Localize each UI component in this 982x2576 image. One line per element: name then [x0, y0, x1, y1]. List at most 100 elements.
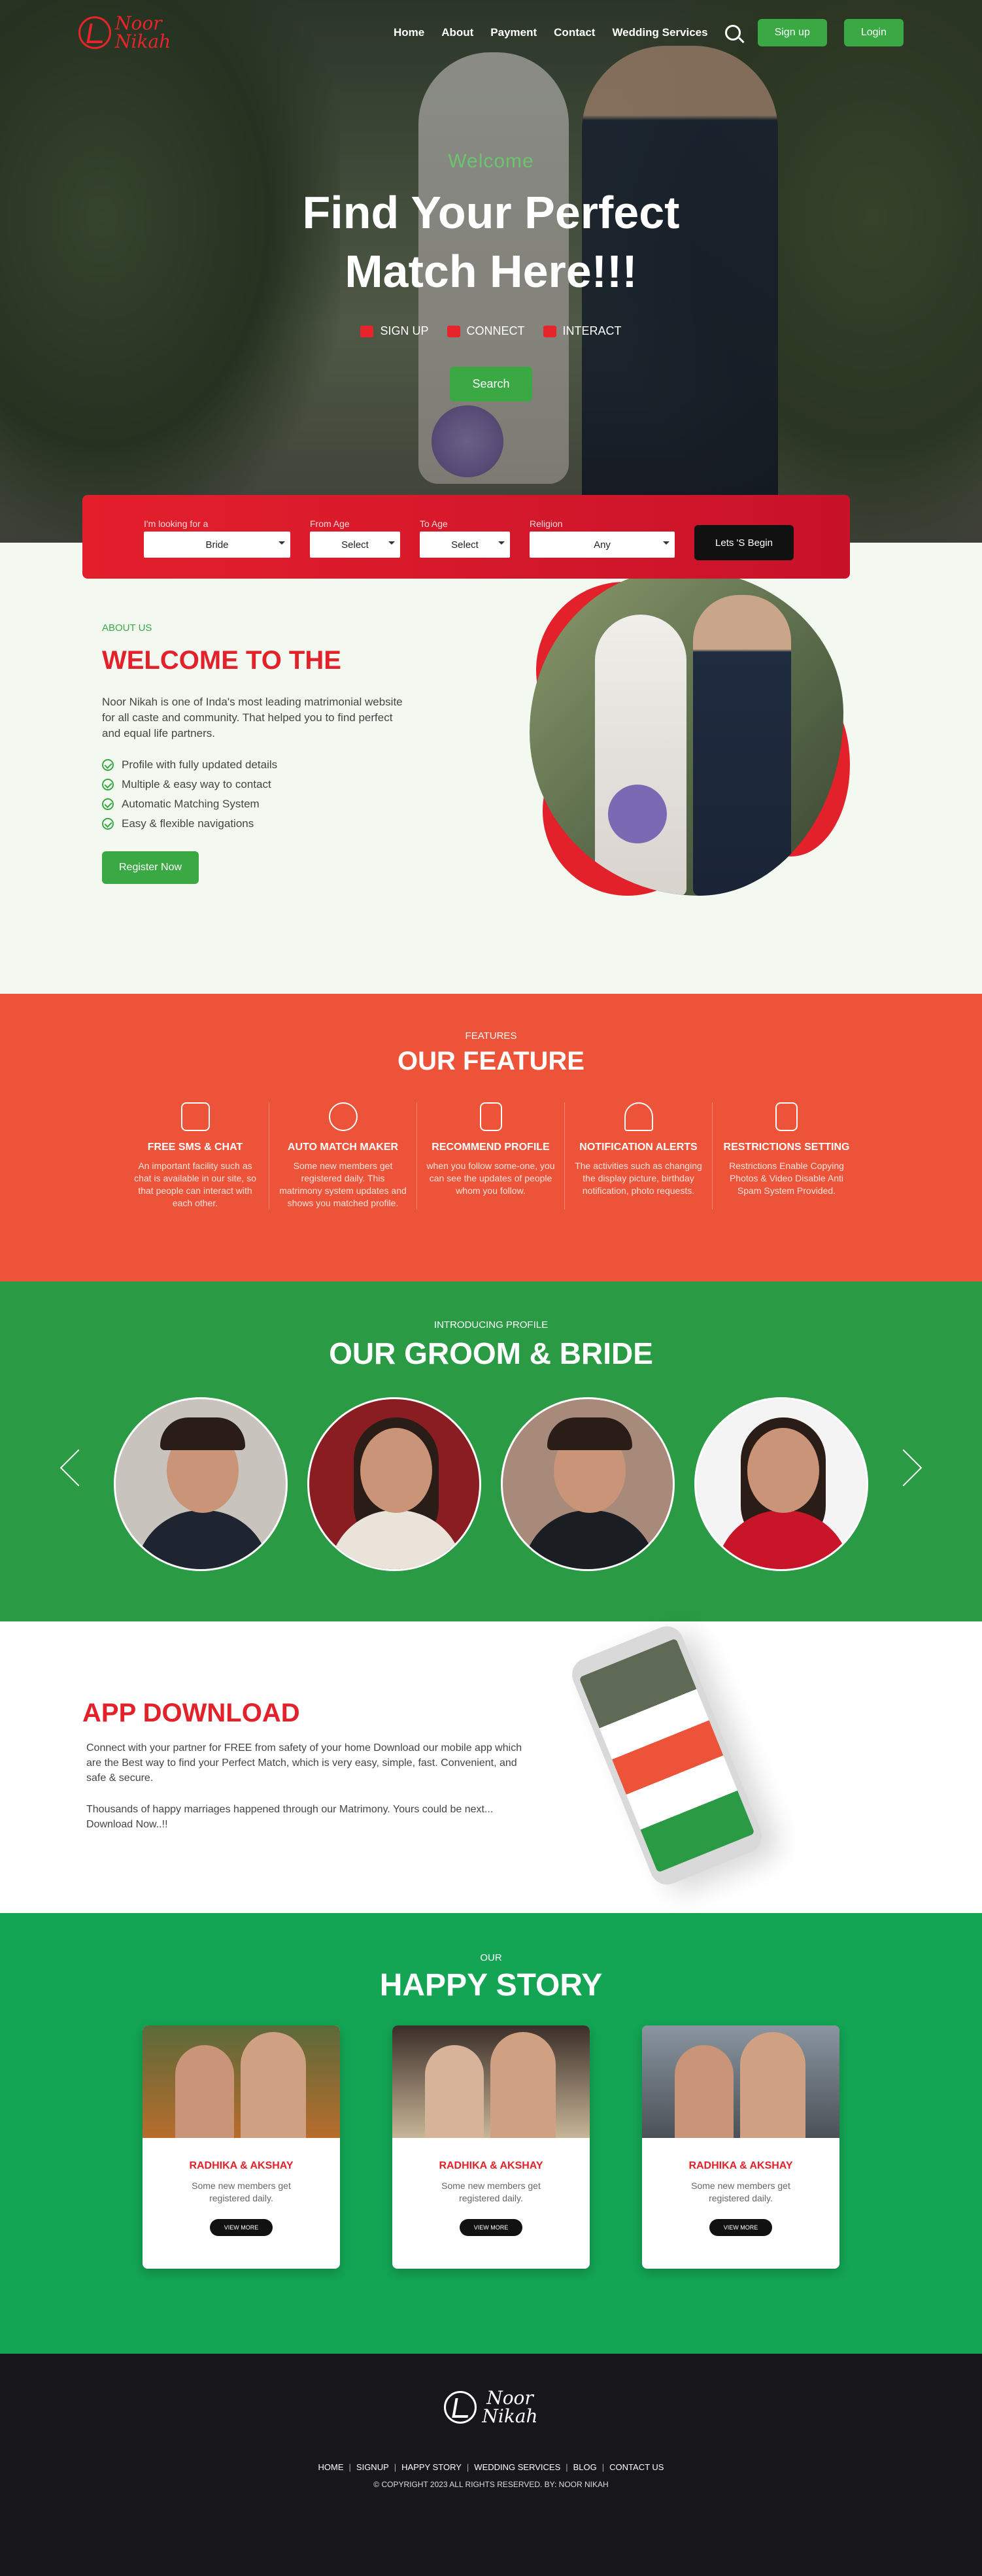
feature-text: when you follow some-one, you can see th… [426, 1161, 555, 1196]
check-circle-icon [102, 798, 114, 810]
logo-mark-icon [78, 16, 111, 49]
feature-text: The activities such as changing the disp… [575, 1161, 702, 1196]
badge-signup-label: SIGN UP [380, 324, 429, 337]
search-icon[interactable] [724, 25, 741, 41]
nav-about[interactable]: About [441, 26, 473, 39]
app-paragraph-1: Connect with your partner for FREE from … [86, 1742, 522, 1784]
bell-icon [624, 1102, 653, 1131]
bride-figure [175, 2045, 234, 2138]
lets-begin-button[interactable]: Lets 'S Begin [694, 525, 794, 560]
footer: Noor Nikah HOME | SIGNUP | HAPPY STORY | WE… [0, 2354, 982, 2576]
list-item-text: Multiple & easy way to contact [122, 778, 271, 790]
feature-title: RESTRICTIONS SETTING [723, 1142, 850, 1153]
groom-figure [693, 595, 791, 896]
to-age-select[interactable]: Select [420, 532, 510, 558]
footer-link-home[interactable]: HOME [318, 2462, 344, 2472]
feature-title: NOTIFICATION ALERTS [579, 1142, 698, 1153]
story-card: RADHIKA & AKSHAY Some new members get re… [642, 2025, 839, 2269]
avatar-body [329, 1510, 464, 1569]
story-couple-name: RADHIKA & AKSHAY [688, 2160, 793, 2171]
logo-line2: Nikah [482, 2405, 538, 2427]
feature-text: Restrictions Enable Copying Photos & Vid… [729, 1161, 844, 1196]
from-age-select[interactable]: Select [310, 532, 400, 558]
brand-logo[interactable]: Noor Nikah [78, 14, 171, 51]
check-circle-icon [102, 779, 114, 790]
app-title: APP DOWNLOAD [82, 1699, 300, 1727]
hero-badges: SIGN UP CONNECT INTERACT [0, 324, 982, 338]
footer-links: HOME | SIGNUP | HAPPY STORY | WEDDING SERVI… [318, 2462, 664, 2472]
hero-section: Noor Nikah Home About Payment Contact We… [0, 0, 982, 543]
list-item: Easy & flexible navigations [102, 817, 277, 830]
avatar-body [135, 1510, 270, 1569]
from-age-label: From Age [310, 518, 350, 529]
looking-for-select[interactable]: Bride [144, 532, 290, 558]
list-item: Profile with fully updated details [102, 758, 277, 771]
badge-signup: SIGN UP [360, 324, 429, 338]
feature-text: An important facility such as chat is av… [134, 1161, 256, 1208]
to-age-group: To Age Select [420, 518, 510, 558]
footer-logo[interactable]: Noor Nikah [0, 2389, 982, 2426]
view-more-button[interactable]: VIEW MORE [209, 2219, 273, 2236]
nav-wedding-services[interactable]: Wedding Services [612, 26, 707, 39]
view-more-button[interactable]: VIEW MORE [459, 2219, 523, 2236]
footer-link-contact[interactable]: CONTACT US [609, 2462, 664, 2472]
story-text: Some new members get registered daily. [441, 2180, 541, 2203]
register-now-button[interactable]: Register Now [102, 851, 199, 884]
logo-line2: Nikah [115, 31, 171, 52]
features-grid: FREE SMS & CHAT An important facility suc… [0, 1102, 982, 1210]
logo-line1: Noor [486, 2387, 533, 2409]
features-title: OUR FEATURE [398, 1047, 584, 1076]
profiles-carousel [0, 1397, 982, 1571]
story-cards: RADHIKA & AKSHAY Some new members get re… [0, 2025, 982, 2269]
list-item-text: Profile with fully updated details [122, 758, 278, 771]
profiles-section: INTRODUCING PROFILE OUR GROOM & BRIDE [0, 1281, 982, 1621]
about-couple-image [530, 569, 850, 909]
religion-select[interactable]: Any [530, 532, 675, 558]
groom-figure [675, 2045, 734, 2138]
footer-link-happy-story[interactable]: HAPPY STORY [401, 2462, 462, 2472]
view-more-button[interactable]: VIEW MORE [709, 2219, 773, 2236]
feature-notifications: NOTIFICATION ALERTS The activities such a… [565, 1102, 713, 1210]
avatar[interactable] [307, 1397, 481, 1571]
settings-doc-icon [775, 1102, 798, 1131]
hero-welcome: Welcome [448, 150, 534, 172]
avatar-hair [547, 1417, 632, 1450]
logo-wordmark: Noor Nikah [482, 2389, 537, 2426]
feature-restrictions: RESTRICTIONS SETTING Restrictions Enable … [713, 1102, 860, 1210]
footer-link-wedding-services[interactable]: WEDDING SERVICES [474, 2462, 560, 2472]
footer-link-signup[interactable]: SIGNUP [356, 2462, 389, 2472]
nav-contact[interactable]: Contact [554, 26, 595, 39]
check-circle-icon [102, 759, 114, 771]
avatar-body [716, 1510, 851, 1569]
signup-button[interactable]: Sign up [757, 19, 827, 46]
avatar[interactable] [694, 1397, 868, 1571]
nav-payment[interactable]: Payment [490, 26, 537, 39]
badge-connect-label: CONNECT [466, 324, 525, 337]
top-navbar: Noor Nikah Home About Payment Contact We… [0, 0, 982, 65]
nav-home[interactable]: Home [394, 26, 424, 39]
story-couple-name: RADHIKA & AKSHAY [439, 2160, 543, 2171]
about-feature-list: Profile with fully updated details Multi… [102, 758, 277, 837]
footer-link-blog[interactable]: BLOG [573, 2462, 597, 2472]
login-button[interactable]: Login [843, 19, 904, 46]
happy-story-section: OUR HAPPY STORY RADHIKA & AKSHAY Some ne… [0, 1913, 982, 2354]
to-age-label: To Age [420, 518, 448, 529]
list-item: Multiple & easy way to contact [102, 778, 277, 791]
avatar[interactable] [114, 1397, 288, 1571]
looking-for-label: I'm looking for a [144, 518, 209, 529]
avatar[interactable] [501, 1397, 675, 1571]
avatar-hair [160, 1417, 245, 1450]
sms-chat-icon [180, 1102, 210, 1131]
mobile-app-mockup [567, 1621, 767, 1890]
from-age-group: From Age Select [310, 518, 400, 558]
search-filter-bar: I'm looking for a Bride From Age Select … [82, 495, 850, 579]
list-item: Automatic Matching System [102, 798, 277, 811]
hero-search-button[interactable]: Search [450, 367, 532, 401]
story-photo [392, 2025, 590, 2138]
story-card: RADHIKA & AKSHAY Some new members get re… [143, 2025, 340, 2269]
hero-title-line1: Find Your Perfect [302, 187, 680, 238]
logo-line1: Noor [115, 12, 162, 34]
groom-figure [241, 2032, 306, 2138]
features-eyebrow: FEATURES [465, 1030, 517, 1042]
about-section: ABOUT US WELCOME TO THE Noor Nikah is on… [0, 543, 982, 994]
